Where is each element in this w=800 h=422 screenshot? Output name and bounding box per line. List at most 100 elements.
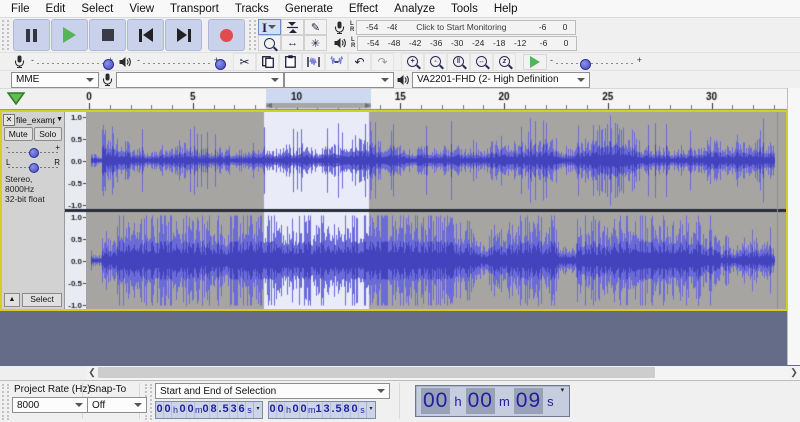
skip-to-start-button[interactable]: [127, 19, 164, 51]
time-digit[interactable]: 8: [343, 402, 351, 418]
selection-mode-select[interactable]: Start and End of Selection: [155, 383, 390, 399]
menu-item[interactable]: View: [121, 2, 162, 16]
time-digit[interactable]: h: [285, 402, 292, 418]
time-digit[interactable]: 1: [315, 402, 323, 418]
recording-device-select[interactable]: [116, 72, 284, 88]
time-digit[interactable]: 0: [187, 402, 195, 418]
waveform-canvas[interactable]: [86, 112, 786, 309]
vertical-scrollbar[interactable]: [787, 88, 800, 365]
close-track-button[interactable]: ✕: [3, 114, 15, 126]
cut-button[interactable]: ✂: [233, 53, 256, 71]
scrollbar-thumb[interactable]: [98, 367, 655, 378]
recording-volume-knob[interactable]: [103, 59, 114, 70]
position-digits[interactable]: 09: [514, 388, 543, 414]
vertical-scale-ruler[interactable]: [65, 112, 86, 309]
mute-button[interactable]: Mute: [4, 127, 33, 141]
zoom-fit-button[interactable]: ↔: [470, 53, 493, 71]
timeline-pin-icon[interactable]: [7, 92, 25, 105]
time-digit[interactable]: 8: [210, 402, 218, 418]
chevron-down-icon[interactable]: ▾: [366, 402, 375, 418]
zoom-in-button[interactable]: +: [401, 53, 424, 71]
menu-item[interactable]: File: [3, 2, 38, 16]
time-digit[interactable]: 0: [351, 402, 359, 418]
position-unit[interactable]: m: [499, 394, 510, 409]
time-digit[interactable]: s: [246, 402, 253, 418]
time-digit[interactable]: 5: [222, 402, 230, 418]
project-rate-select[interactable]: 8000: [12, 397, 88, 413]
pause-button[interactable]: [13, 19, 50, 51]
time-digit[interactable]: 0: [164, 402, 172, 418]
silence-audio-button[interactable]: [325, 53, 348, 71]
position-unit[interactable]: h: [454, 394, 461, 409]
chevron-down-icon[interactable]: ▾: [561, 386, 565, 394]
zoom-selection-button[interactable]: ‖: [447, 53, 470, 71]
pan-slider[interactable]: L R: [6, 158, 60, 172]
copy-button[interactable]: [256, 53, 279, 71]
horizontal-scrollbar[interactable]: [98, 366, 788, 380]
time-digit[interactable]: 0: [269, 402, 277, 418]
menu-item[interactable]: Transport: [162, 2, 227, 16]
play-speed-slider[interactable]: -+: [550, 55, 642, 69]
chevron-down-icon[interactable]: ▾: [253, 402, 262, 418]
stop-button[interactable]: [89, 19, 126, 51]
time-digit[interactable]: 0: [300, 402, 308, 418]
track-select-button[interactable]: Select: [22, 293, 62, 307]
scroll-left-icon[interactable]: ❮: [86, 366, 98, 380]
toolbar-grip[interactable]: [2, 20, 9, 50]
play-button[interactable]: [51, 19, 88, 51]
undo-button[interactable]: ↶: [348, 53, 371, 71]
time-digit[interactable]: 0: [156, 402, 164, 418]
audio-position-display[interactable]: 00 h 00 m 09 s ▾: [415, 385, 570, 417]
skip-to-end-button[interactable]: [165, 19, 202, 51]
zoom-toggle-button[interactable]: z: [493, 53, 516, 71]
time-digit[interactable]: 6: [238, 402, 246, 418]
scroll-right-icon[interactable]: ❯: [788, 366, 800, 380]
play-speed-knob[interactable]: [580, 59, 591, 70]
gain-knob[interactable]: [29, 148, 39, 158]
time-digit[interactable]: m: [308, 402, 315, 418]
playback-meter-bar[interactable]: -54-48-42-36-30-24-18-12-60: [357, 36, 577, 51]
play-at-speed-button[interactable]: [523, 54, 547, 70]
record-button[interactable]: [208, 19, 245, 51]
time-digit[interactable]: 0: [202, 402, 210, 418]
redo-button[interactable]: ↷: [371, 53, 394, 71]
audio-host-select[interactable]: MME: [11, 72, 99, 88]
recording-channels-select[interactable]: [284, 72, 394, 88]
collapse-icon[interactable]: ▲: [4, 293, 20, 307]
time-digit[interactable]: m: [195, 402, 202, 418]
playback-device-select[interactable]: VA2201-FHD (2- High Definition: [412, 72, 590, 88]
selection-start-field[interactable]: 00h00m08.536s▾: [155, 401, 263, 419]
paste-button[interactable]: [279, 53, 302, 71]
zoom-tool-button[interactable]: [258, 35, 281, 51]
menu-item[interactable]: Effect: [341, 2, 386, 16]
menu-item[interactable]: Help: [486, 2, 526, 16]
menu-item[interactable]: Generate: [277, 2, 341, 16]
selection-end-field[interactable]: 00h00m13.580s▾: [268, 401, 376, 419]
position-unit[interactable]: s: [547, 394, 554, 409]
position-digits[interactable]: 00: [421, 388, 450, 414]
menu-item[interactable]: Tools: [443, 2, 486, 16]
time-digit[interactable]: 3: [230, 402, 238, 418]
playback-volume-slider[interactable]: -+: [137, 55, 219, 69]
time-digit[interactable]: 5: [335, 402, 343, 418]
position-digits[interactable]: 00: [466, 388, 495, 414]
time-digit[interactable]: 0: [277, 402, 285, 418]
timeshift-tool-button[interactable]: ↔: [281, 35, 304, 51]
monitor-hint[interactable]: Click to Start Monitoring: [397, 21, 525, 33]
selection-tool-button[interactable]: I: [258, 19, 281, 35]
timeline-ruler[interactable]: [86, 89, 788, 110]
menu-item[interactable]: Tracks: [227, 2, 277, 16]
zoom-out-button[interactable]: -: [424, 53, 447, 71]
menu-item[interactable]: Select: [73, 2, 121, 16]
recording-volume-slider[interactable]: -+: [31, 55, 113, 69]
draw-tool-button[interactable]: ✎: [304, 19, 327, 35]
time-digit[interactable]: 0: [179, 402, 187, 418]
menu-item[interactable]: Edit: [38, 2, 74, 16]
gain-slider[interactable]: - +: [6, 143, 60, 157]
time-digit[interactable]: 0: [292, 402, 300, 418]
multi-tool-button[interactable]: ✳: [304, 35, 327, 51]
pan-knob[interactable]: [29, 163, 39, 173]
envelope-tool-button[interactable]: [281, 19, 304, 35]
menu-item[interactable]: Analyze: [386, 2, 443, 16]
snap-to-select[interactable]: Off: [87, 397, 147, 413]
